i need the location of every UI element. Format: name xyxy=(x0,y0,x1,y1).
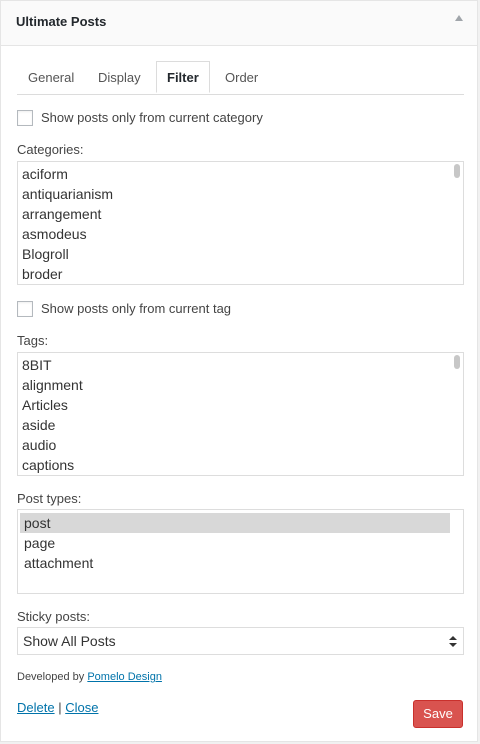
current-category-checkbox[interactable] xyxy=(17,109,33,126)
scrollbar-thumb[interactable] xyxy=(454,164,460,178)
ultimate-posts-widget: Ultimate Posts General Display Filter Or… xyxy=(0,0,478,742)
close-link[interactable]: Close xyxy=(65,700,98,715)
tags-listbox[interactable]: 8BIT alignment Articles aside audio capt… xyxy=(17,352,464,476)
current-tag-label: Show posts only from current tag xyxy=(41,301,232,317)
categories-listbox[interactable]: aciform antiquarianism arrangement asmod… xyxy=(17,161,464,285)
tag-option[interactable]: alignment xyxy=(18,375,463,395)
sticky-posts-label: Sticky posts: xyxy=(17,609,90,624)
tab-bar: General Display Filter Order xyxy=(17,61,464,95)
post-type-option-selected[interactable]: post xyxy=(20,513,450,533)
current-tag-checkbox[interactable] xyxy=(17,300,33,317)
current-tag-row: Show posts only from current tag xyxy=(17,300,231,317)
category-option[interactable]: aciform xyxy=(18,164,463,184)
tag-option[interactable]: Articles xyxy=(18,395,463,415)
tab-general[interactable]: General xyxy=(28,62,74,93)
tab-filter[interactable]: Filter xyxy=(156,61,210,93)
sticky-posts-value: Show All Posts xyxy=(23,633,116,649)
post-types-scrollbar[interactable] xyxy=(454,512,461,591)
developer-link[interactable]: Pomelo Design xyxy=(87,671,162,683)
current-category-label: Show posts only from current category xyxy=(41,110,263,126)
widget-actions: Delete | Close xyxy=(17,700,98,715)
sticky-posts-select[interactable]: Show All Posts xyxy=(17,627,464,655)
collapse-arrow-icon[interactable] xyxy=(455,15,463,21)
tag-option[interactable]: audio xyxy=(18,435,463,455)
post-type-option[interactable]: page xyxy=(20,533,450,553)
post-types-label: Post types: xyxy=(17,491,82,506)
category-option[interactable]: asmodeus xyxy=(18,224,463,244)
developed-by-text: Developed by xyxy=(17,671,85,683)
category-option[interactable]: antiquarianism xyxy=(18,184,463,204)
category-option[interactable]: broder xyxy=(18,264,463,284)
category-option[interactable]: Blogroll xyxy=(18,244,463,264)
tab-display[interactable]: Display xyxy=(98,62,141,93)
scrollbar-thumb[interactable] xyxy=(454,355,460,369)
category-option[interactable]: arrangement xyxy=(18,204,463,224)
tag-option[interactable]: aside xyxy=(18,415,463,435)
select-arrows-icon xyxy=(449,636,457,648)
categories-label: Categories: xyxy=(17,142,84,157)
widget-header[interactable]: Ultimate Posts xyxy=(1,1,477,46)
developer-credit: Developed by Pomelo Design xyxy=(17,671,162,683)
tab-order[interactable]: Order xyxy=(225,62,258,93)
tags-label: Tags: xyxy=(17,333,49,348)
separator: | xyxy=(58,700,62,715)
post-type-option[interactable]: attachment xyxy=(20,553,450,573)
delete-link[interactable]: Delete xyxy=(17,700,55,715)
post-types-listbox[interactable]: post page attachment xyxy=(17,509,464,594)
save-button[interactable]: Save xyxy=(413,700,463,728)
tag-option[interactable]: captions xyxy=(18,455,463,475)
tags-scrollbar[interactable] xyxy=(454,355,461,473)
tag-option[interactable]: 8BIT xyxy=(18,355,463,375)
categories-scrollbar[interactable] xyxy=(454,164,461,282)
current-category-row: Show posts only from current category xyxy=(17,109,263,126)
widget-title: Ultimate Posts xyxy=(16,14,107,29)
